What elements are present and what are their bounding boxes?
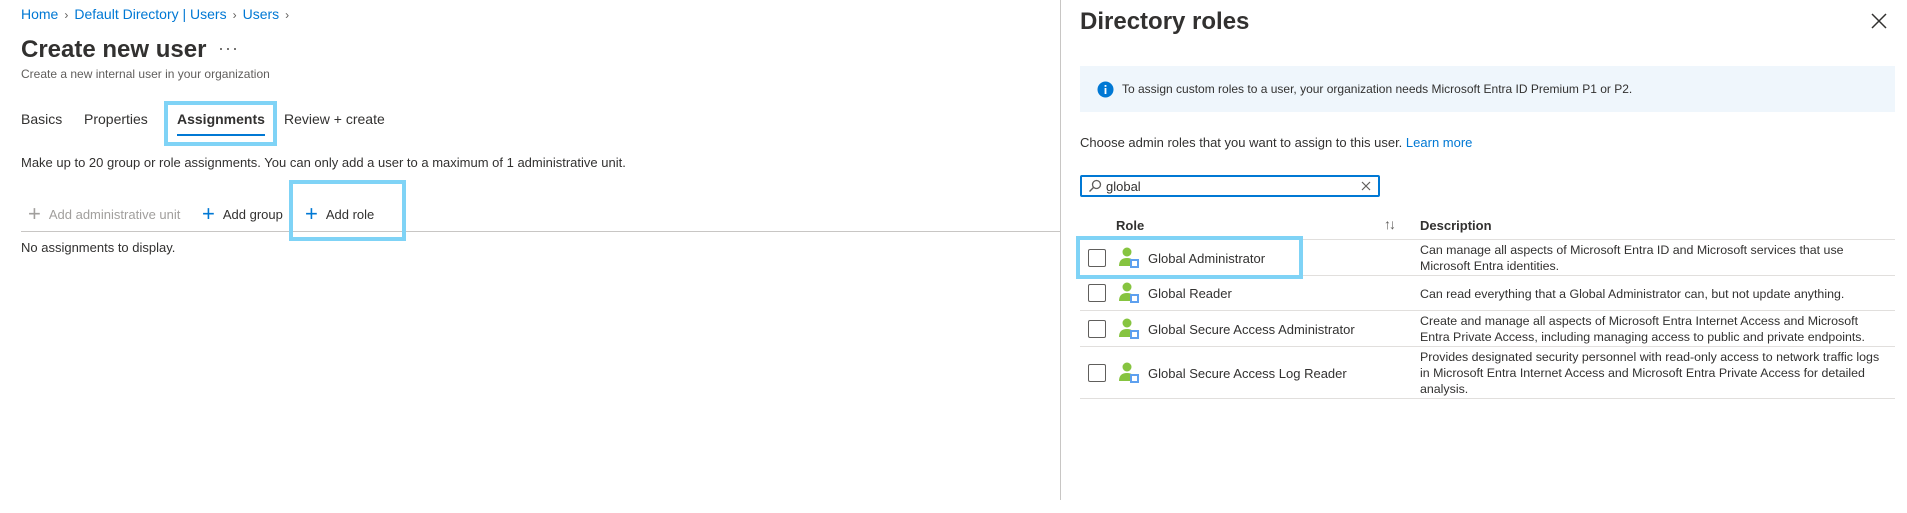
roles-table: Role ↑↓ Description Global Administrator… — [1080, 210, 1895, 399]
row-checkbox[interactable] — [1088, 364, 1106, 382]
row-checkbox[interactable] — [1088, 249, 1106, 267]
role-icon — [1119, 318, 1139, 339]
sort-icon[interactable]: ↑↓ — [1384, 216, 1396, 232]
role-description: Create and manage all aspects of Microso… — [1420, 314, 1865, 344]
plus-icon: + — [28, 201, 41, 226]
add-role-button[interactable]: + Add role — [305, 201, 375, 226]
tab-assignments-label: Assignments — [177, 111, 265, 127]
info-icon — [1097, 81, 1114, 97]
role-description: Can read everything that a Global Admini… — [1420, 287, 1845, 301]
plus-icon: + — [305, 201, 318, 226]
breadcrumb-users[interactable]: Users — [243, 6, 280, 22]
active-tab-indicator — [177, 134, 265, 136]
role-description: Can manage all aspects of Microsoft Entr… — [1420, 243, 1844, 273]
table-row[interactable]: Global Reader Can read everything that a… — [1080, 276, 1895, 311]
role-icon — [1119, 247, 1139, 268]
role-name: Global Reader — [1148, 286, 1232, 301]
add-administrative-unit-label: Add administrative unit — [48, 206, 181, 222]
role-name: Global Secure Access Administrator — [1148, 322, 1355, 337]
role-icon — [1119, 282, 1139, 303]
command-bar-divider — [21, 231, 1061, 232]
table-row[interactable]: Global Administrator Can manage all aspe… — [1080, 240, 1895, 276]
close-icon[interactable] — [1870, 12, 1888, 30]
plus-icon: + — [202, 201, 215, 226]
pane-divider — [1060, 0, 1061, 500]
table-row[interactable]: Global Secure Access Administrator Creat… — [1080, 311, 1895, 347]
tab-review-create[interactable]: Review + create — [284, 108, 385, 127]
row-checkbox[interactable] — [1088, 320, 1106, 338]
role-name: Global Secure Access Log Reader — [1148, 366, 1347, 381]
breadcrumb-home[interactable]: Home — [21, 6, 58, 22]
learn-more-link[interactable]: Learn more — [1406, 135, 1472, 150]
role-description: Provides designated security personnel w… — [1420, 350, 1880, 396]
tab-properties[interactable]: Properties — [84, 108, 148, 127]
breadcrumb: Home › Default Directory | Users › Users › — [21, 6, 295, 22]
role-icon — [1119, 362, 1139, 383]
column-header-role[interactable]: Role — [1116, 218, 1144, 233]
role-search-input[interactable] — [1106, 178, 1356, 194]
no-assignments-message: No assignments to display. — [21, 240, 176, 255]
role-name: Global Administrator — [1148, 251, 1266, 266]
chevron-right-icon: › — [285, 8, 290, 22]
more-options-icon[interactable]: ··· — [218, 38, 239, 59]
breadcrumb-default-directory-users[interactable]: Default Directory | Users — [74, 6, 226, 22]
row-checkbox[interactable] — [1088, 284, 1106, 302]
panel-title: Directory roles — [1080, 8, 1250, 35]
tab-basics[interactable]: Basics — [21, 108, 62, 127]
add-administrative-unit-button[interactable]: + Add administrative unit — [28, 201, 181, 226]
clear-search-icon[interactable] — [1360, 180, 1372, 192]
choose-roles-label: Choose admin roles that you want to assi… — [1080, 135, 1403, 150]
page-subtitle: Create a new internal user in your organ… — [21, 67, 270, 81]
role-search-box[interactable] — [1080, 175, 1380, 197]
banner-text: To assign custom roles to a user, your o… — [1122, 82, 1633, 96]
add-role-label: Add role — [325, 206, 375, 222]
create-user-pane: Home › Default Directory | Users › Users › Cr… — [0, 0, 1061, 513]
table-header: Role ↑↓ Description — [1080, 210, 1895, 240]
tab-assignments[interactable]: Assignments — [177, 108, 265, 136]
search-icon — [1089, 179, 1102, 192]
chevron-right-icon: › — [64, 8, 69, 22]
add-group-button[interactable]: + Add group — [202, 201, 283, 226]
choose-roles-text: Choose admin roles that you want to assi… — [1080, 135, 1472, 150]
table-row[interactable]: Global Secure Access Log Reader Provides… — [1080, 347, 1895, 399]
chevron-right-icon: › — [232, 8, 237, 22]
column-header-description: Description — [1420, 218, 1492, 233]
assignments-info: Make up to 20 group or role assignments.… — [21, 155, 626, 170]
premium-info-banner: To assign custom roles to a user, your o… — [1080, 66, 1895, 112]
add-group-label: Add group — [222, 206, 283, 222]
page-title: Create new user — [21, 36, 207, 63]
